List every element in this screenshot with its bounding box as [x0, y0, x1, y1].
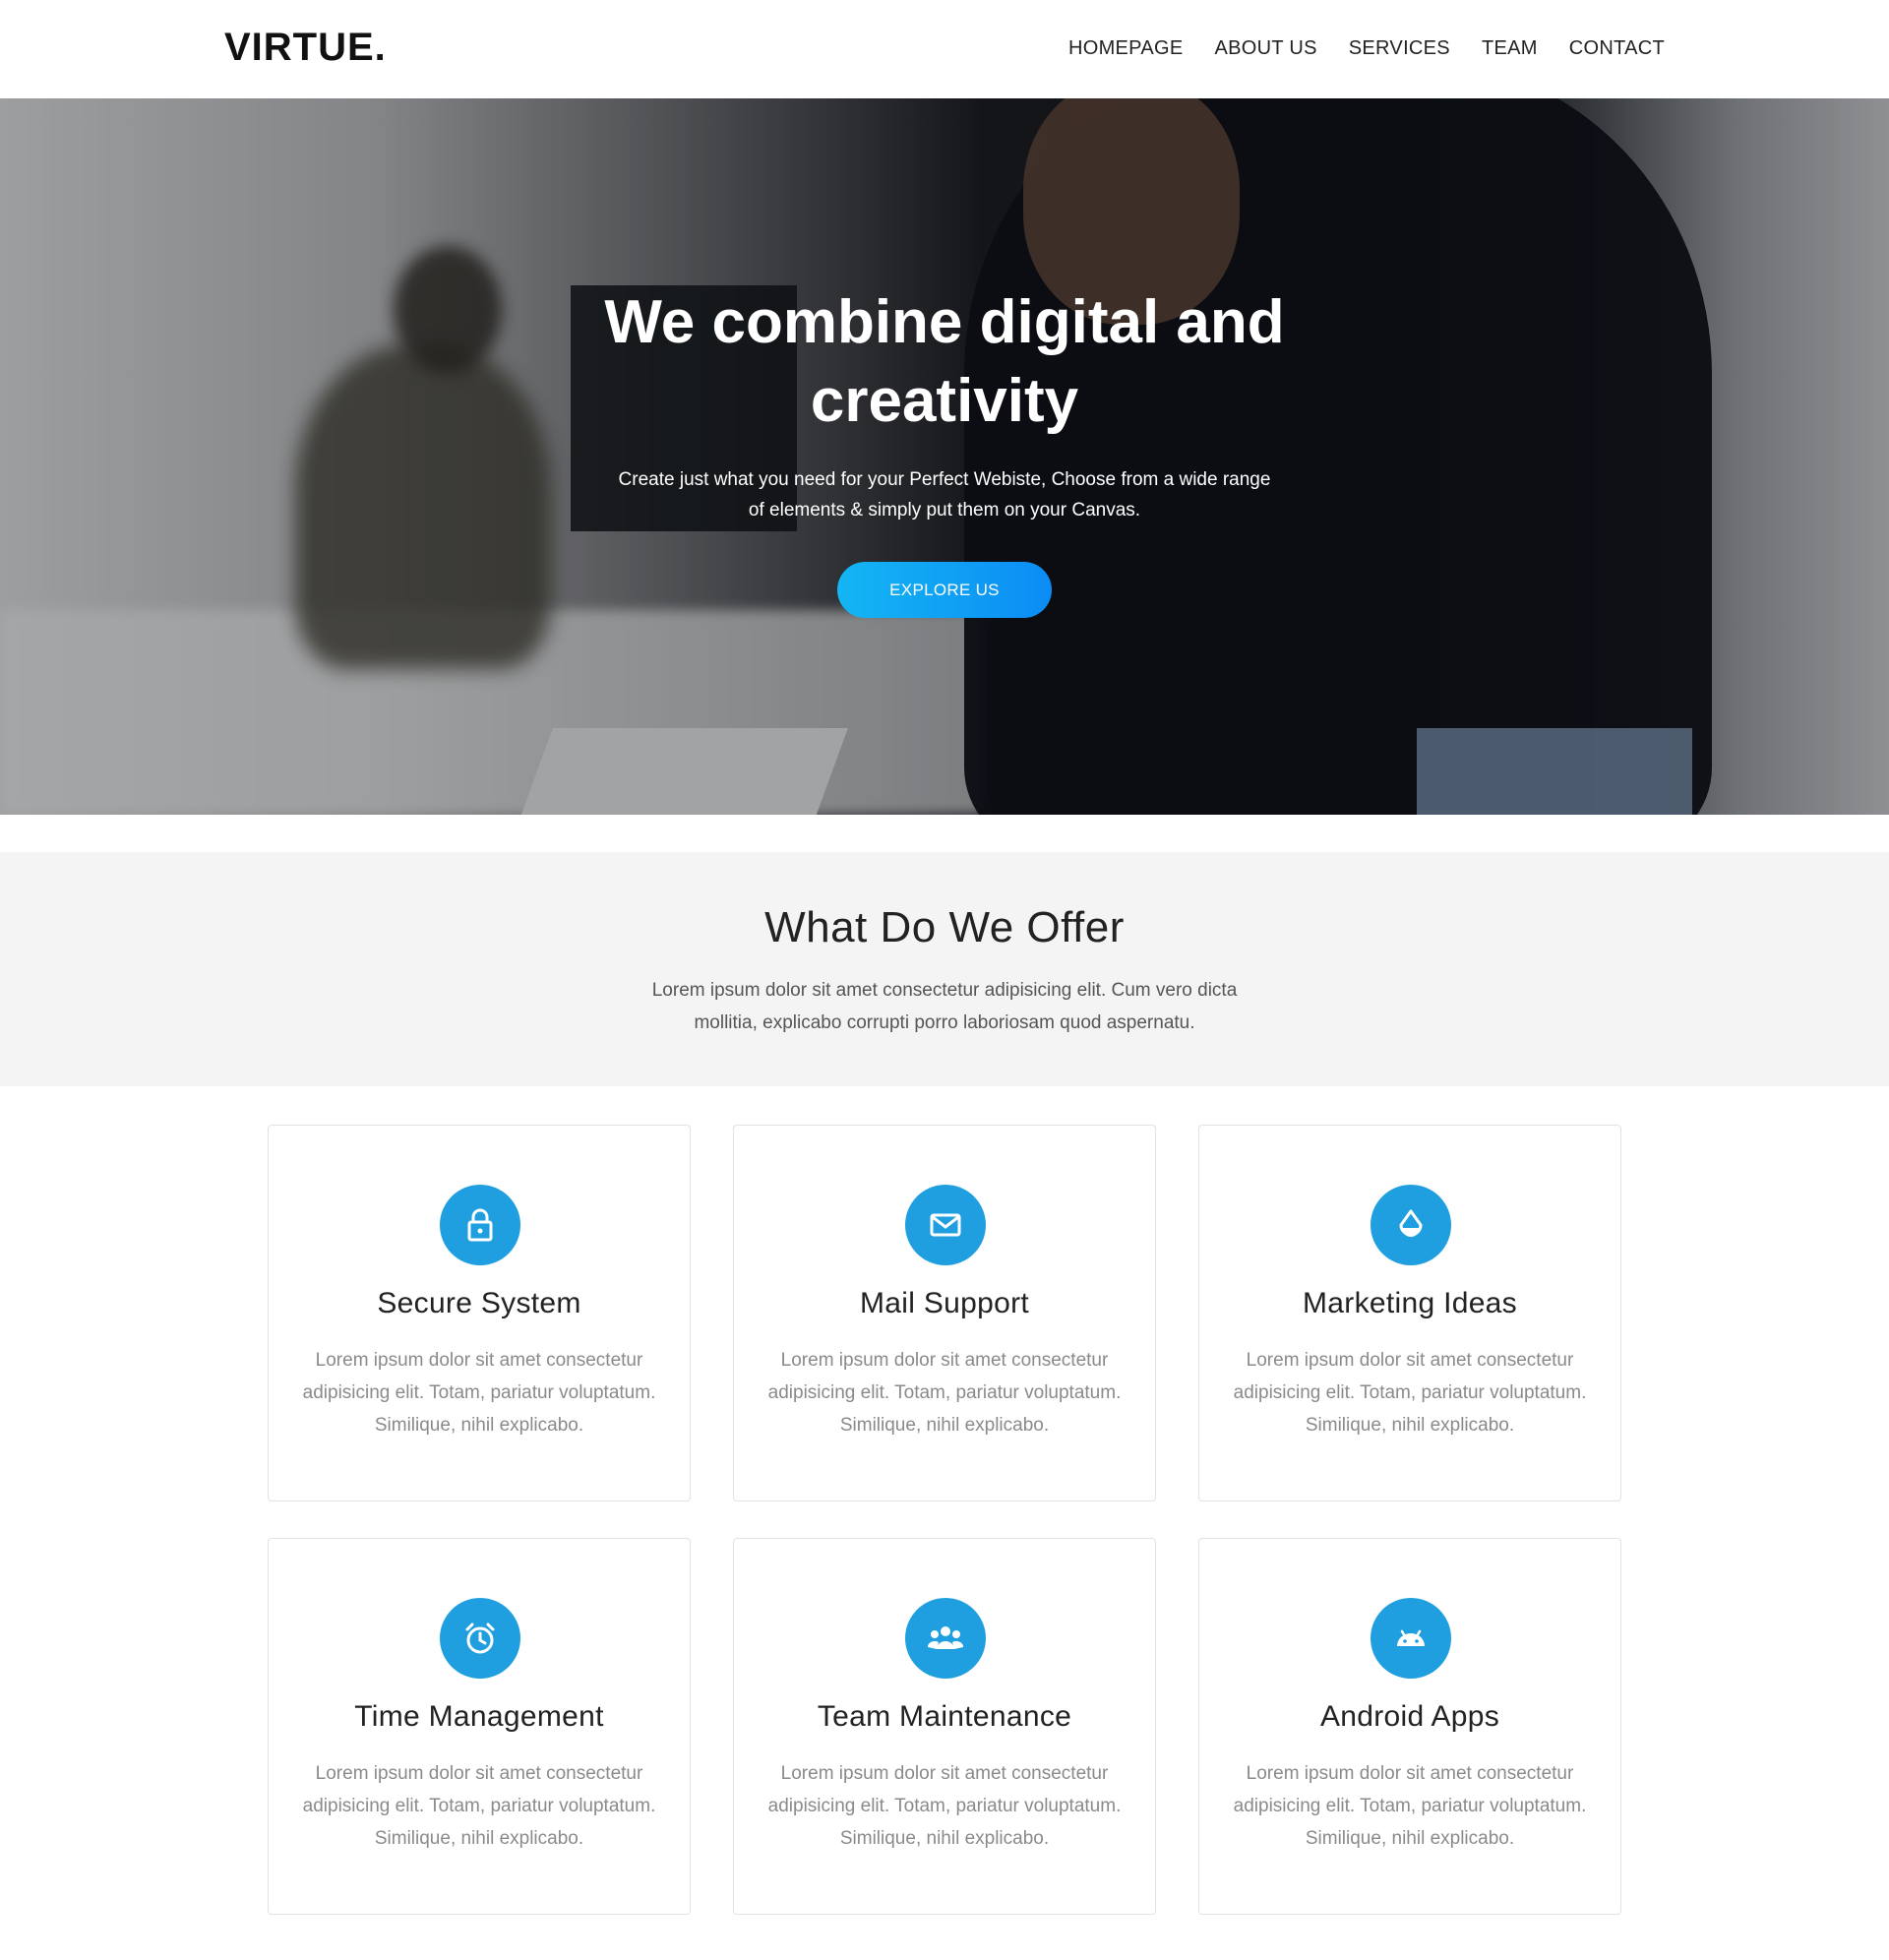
nav-item-team[interactable]: TEAM — [1482, 37, 1538, 60]
card-title: Secure System — [377, 1287, 581, 1319]
lock-icon — [440, 1185, 520, 1265]
service-card: Team Maintenance Lorem ipsum dolor sit a… — [733, 1538, 1156, 1915]
card-title: Marketing Ideas — [1303, 1287, 1517, 1319]
nav-item-about-us[interactable]: ABOUT US — [1214, 37, 1316, 60]
site-header: VIRTUE. HOMEPAGE ABOUT US SERVICES TEAM … — [0, 0, 1889, 98]
card-title: Mail Support — [859, 1287, 1029, 1319]
card-text: Lorem ipsum dolor sit amet consectetur a… — [1233, 1763, 1587, 1849]
card-text: Lorem ipsum dolor sit amet consectetur a… — [767, 1763, 1122, 1849]
service-card: Android Apps Lorem ipsum dolor sit amet … — [1198, 1538, 1621, 1915]
hero-title: We combine digital and creativity — [604, 288, 1285, 435]
team-icon — [905, 1598, 986, 1679]
drop-icon — [1371, 1185, 1451, 1265]
site-logo[interactable]: VIRTUE. — [224, 26, 387, 70]
android-icon — [1371, 1598, 1451, 1679]
offer-title: What Do We Offer — [764, 903, 1125, 951]
hero-section: We combine digital and creativity Create… — [0, 98, 1889, 815]
nav-item-contact[interactable]: CONTACT — [1569, 37, 1665, 60]
mail-icon — [905, 1185, 986, 1265]
service-card: Time Management Lorem ipsum dolor sit am… — [268, 1538, 691, 1915]
card-title: Team Maintenance — [817, 1700, 1072, 1733]
offer-description: Lorem ipsum dolor sit amet consectetur a… — [651, 980, 1238, 1033]
service-card: Mail Support Lorem ipsum dolor sit amet … — [733, 1125, 1156, 1501]
card-text: Lorem ipsum dolor sit amet consectetur a… — [302, 1350, 656, 1436]
offer-section: What Do We Offer Lorem ipsum dolor sit a… — [0, 852, 1889, 1086]
hero-overlay — [0, 98, 1889, 815]
card-title: Time Management — [354, 1700, 604, 1733]
explore-us-button[interactable]: EXPLORE US — [837, 562, 1052, 618]
service-card: Marketing Ideas Lorem ipsum dolor sit am… — [1198, 1125, 1621, 1501]
nav-item-services[interactable]: SERVICES — [1349, 37, 1450, 60]
nav-item-homepage[interactable]: HOMEPAGE — [1068, 37, 1184, 60]
card-title: Android Apps — [1319, 1700, 1500, 1733]
card-text: Lorem ipsum dolor sit amet consectetur a… — [767, 1350, 1122, 1436]
hero-subtitle: Create just what you need for your Perfe… — [618, 469, 1271, 521]
card-text: Lorem ipsum dolor sit amet consectetur a… — [1233, 1350, 1587, 1436]
card-text: Lorem ipsum dolor sit amet consectetur a… — [302, 1763, 656, 1849]
alarm-clock-icon — [440, 1598, 520, 1679]
service-card: Secure System Lorem ipsum dolor sit amet… — [268, 1125, 691, 1501]
main-nav: HOMEPAGE ABOUT US SERVICES TEAM CONTACT — [1068, 37, 1665, 60]
